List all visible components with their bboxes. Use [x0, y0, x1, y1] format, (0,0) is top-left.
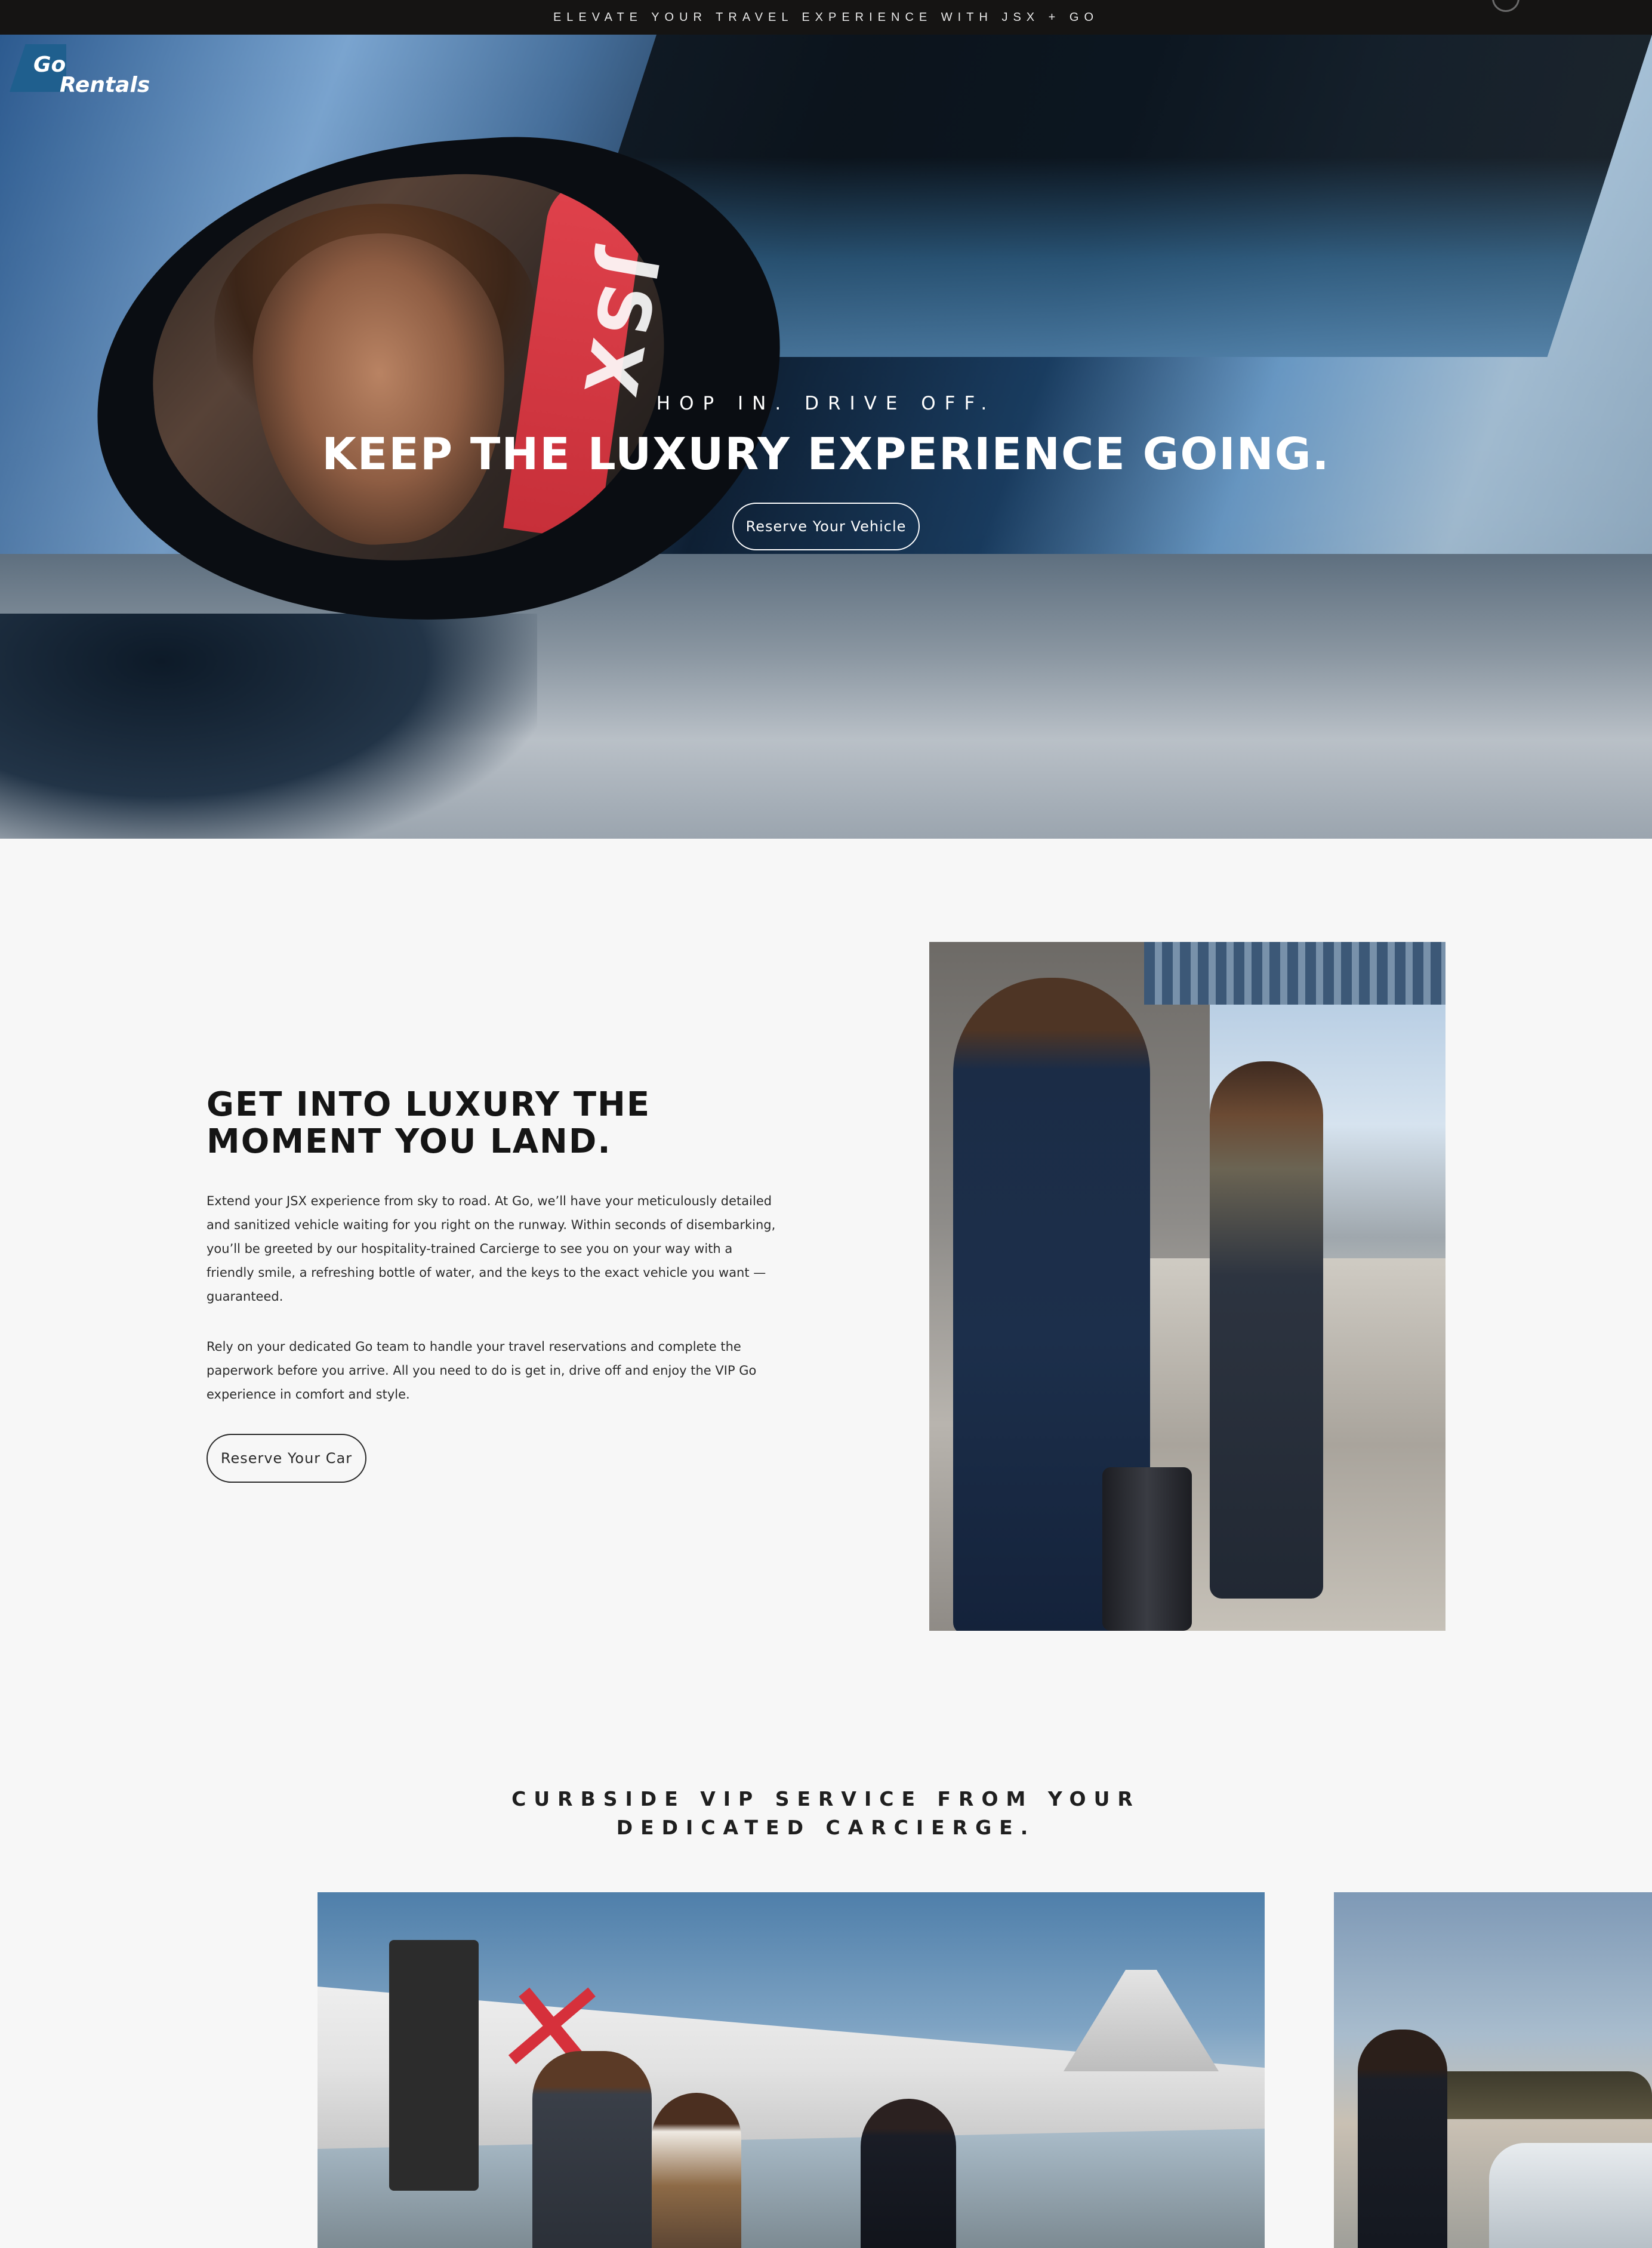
jet-engine: [1064, 1970, 1219, 2071]
reserve-car-button[interactable]: Reserve Your Car: [207, 1434, 366, 1483]
hero-content: HOP IN. DRIVE OFF. KEEP THE LUXURY EXPER…: [0, 35, 1652, 839]
intro-title: GET INTO LUXURY THE MOMENT YOU LAND.: [207, 1085, 651, 1161]
carcierge-attendant: [1358, 2030, 1447, 2248]
hero-title: KEEP THE LUXURY EXPERIENCE GOING.: [322, 429, 1330, 480]
passenger-man: [532, 2051, 652, 2248]
vip-heading-line-2: DEDICATED CARCIERGE.: [616, 1816, 1036, 1839]
carousel-slide-jet[interactable]: ✕: [318, 1892, 1265, 2248]
suitcase: [1102, 1467, 1192, 1631]
announcement-bar: ELEVATE YOUR TRAVEL EXPERIENCE WITH JSX …: [0, 0, 1652, 35]
circle-icon[interactable]: [1492, 0, 1520, 12]
intro-paragraph-2: Rely on your dedicated Go team to handle…: [207, 1339, 757, 1402]
vip-heading-line-1: CURBSIDE VIP SERVICE FROM YOUR: [511, 1787, 1141, 1810]
reserve-vehicle-button[interactable]: Reserve Your Vehicle: [732, 503, 920, 550]
carousel-slide-car[interactable]: [1334, 1892, 1652, 2248]
go-rentals-logo[interactable]: Go Rentals: [10, 42, 165, 101]
intro-paragraph-1: Extend your JSX experience from sky to r…: [207, 1194, 776, 1304]
arrival-photo: [929, 942, 1446, 1631]
carcierge-attendant: [861, 2099, 956, 2248]
announcement-text: ELEVATE YOUR TRAVEL EXPERIENCE WITH JSX …: [553, 10, 1099, 24]
passenger-woman: [652, 2093, 741, 2248]
traveler-woman: [1210, 1061, 1323, 1599]
passengers-group: [514, 2041, 992, 2248]
convertible-car: [1489, 2143, 1652, 2248]
hero-eyebrow: HOP IN. DRIVE OFF.: [656, 393, 996, 414]
hero-section: JSX HOP IN. DRIVE OFF. KEEP THE LUXURY E…: [0, 35, 1652, 839]
logo-rentals-text: Rentals: [60, 73, 150, 97]
vip-heading: CURBSIDE VIP SERVICE FROM YOUR DEDICATED…: [0, 1785, 1652, 1842]
jet-door: [389, 1940, 479, 2191]
terminal-canopy: [1144, 942, 1446, 1005]
